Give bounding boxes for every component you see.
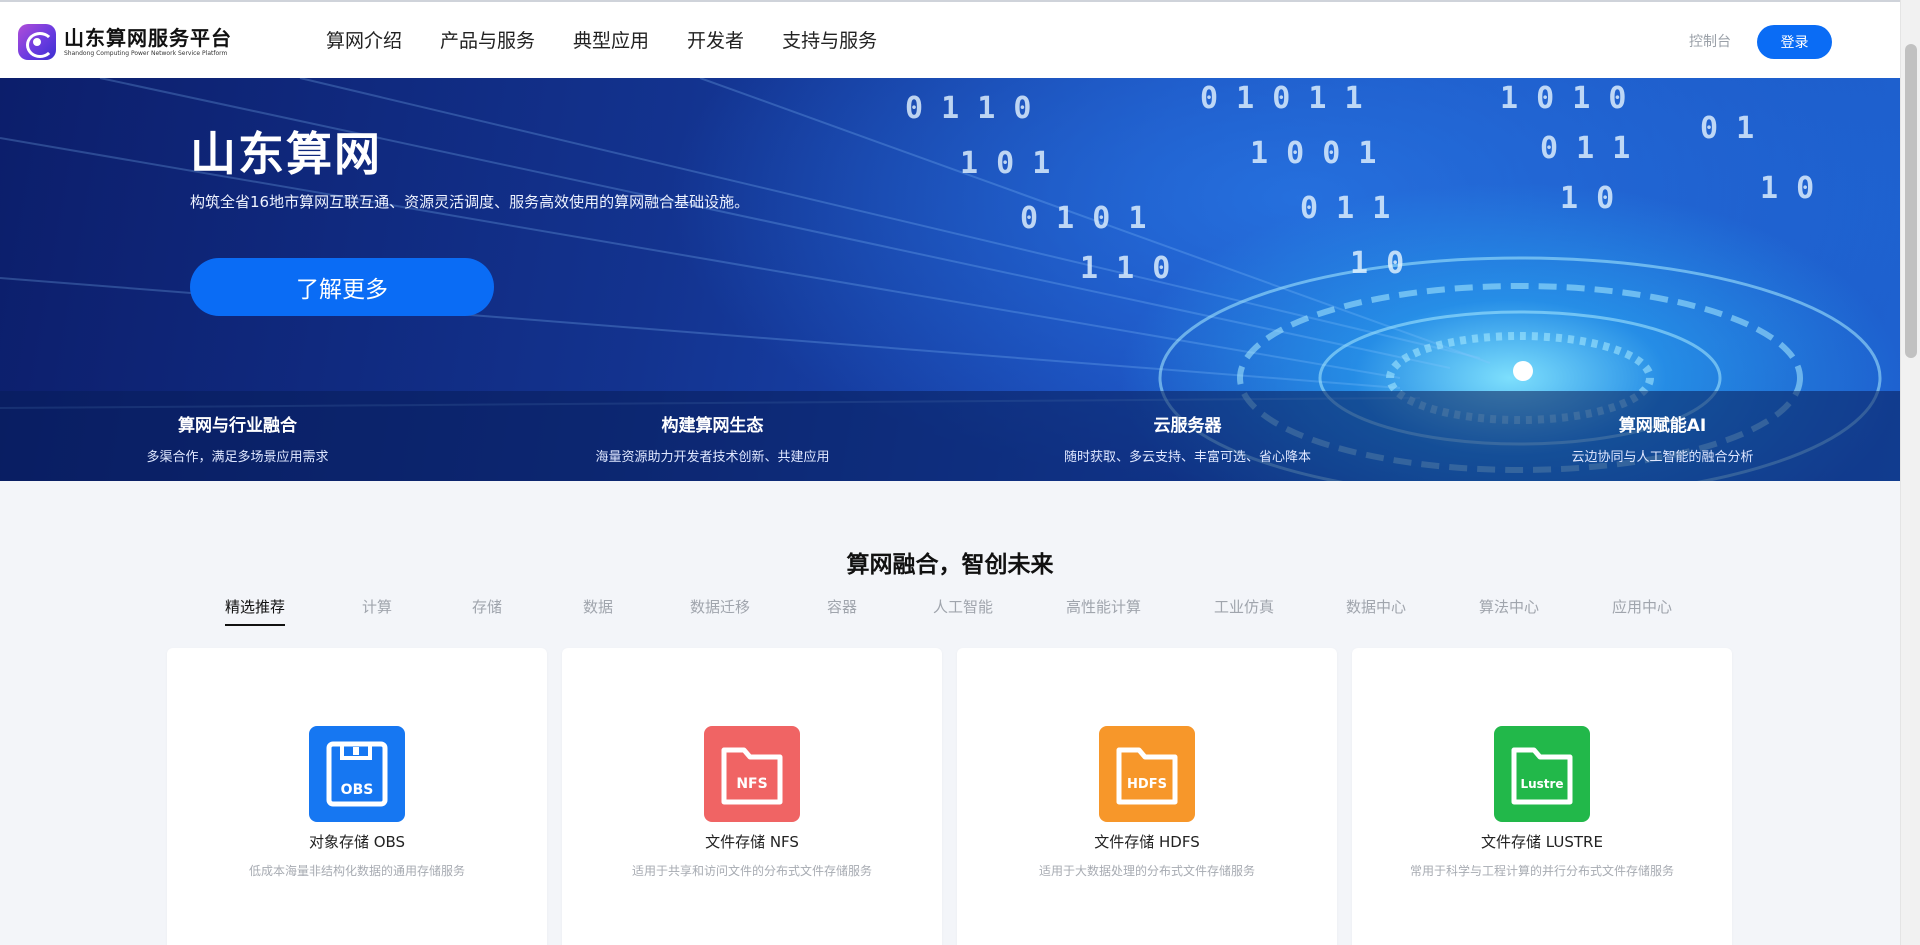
card-description: 适用于大数据处理的分布式文件存储服务 [1038, 864, 1255, 878]
icon-label: HDFS [1127, 777, 1167, 792]
tab-featured[interactable]: 精选推荐 [225, 596, 286, 626]
card-description: 低成本海量非结构化数据的通用存储服务 [248, 864, 465, 878]
category-tabs: 精选推荐 计算 存储 数据 数据迁移 容器 人工智能 高性能计算 工业仿真 数据… [0, 596, 1900, 626]
feature-item[interactable]: 算网赋能AI 云边协同与人工智能的融合分析 [1425, 391, 1900, 481]
logo-subtitle: Shandong Computing Power Network Service… [64, 49, 228, 57]
feature-description: 海量资源助力开发者技术创新、共建应用 [595, 450, 830, 465]
learn-more-button[interactable]: 了解更多 [190, 258, 494, 316]
svg-text:0 1 1: 0 1 1 [1300, 191, 1390, 226]
floppy-disk-icon: OBS [309, 726, 405, 822]
card-description: 适用于共享和访问文件的分布式文件存储服务 [631, 864, 872, 878]
icon-label: Lustre [1520, 777, 1563, 791]
folder-icon: NFS [704, 726, 800, 822]
svg-text:0 1 1 0: 0 1 1 0 [905, 91, 1031, 126]
feature-strip: 算网与行业融合 多渠合作，满足多场景应用需求 构建算网生态 海量资源助力开发者技… [0, 391, 1900, 481]
tab-industrial-simulation[interactable]: 工业仿真 [1214, 596, 1274, 626]
svg-text:0 1 0 1 1: 0 1 0 1 1 [1200, 81, 1363, 116]
icon-label: NFS [736, 776, 767, 792]
hero-banner: 0 1 1 0 1 0 1 0 1 0 1 1 1 0 0 1 0 1 1 1 0 0… [0, 78, 1900, 481]
tab-storage[interactable]: 存储 [472, 596, 502, 626]
product-card-obs[interactable]: OBS 对象存储 OBS 低成本海量非结构化数据的通用存储服务 [167, 648, 547, 945]
card-title: 文件存储 NFS [705, 833, 799, 851]
tab-compute[interactable]: 计算 [362, 596, 392, 626]
card-description: 常用于科学与工程计算的并行分布式文件存储服务 [1409, 864, 1674, 878]
folder-icon: Lustre [1494, 726, 1590, 822]
feature-title: 云服务器 [1153, 416, 1222, 436]
feature-title: 构建算网生态 [661, 416, 764, 436]
card-title: 对象存储 OBS [308, 833, 406, 851]
feature-item[interactable]: 算网与行业融合 多渠合作，满足多场景应用需求 [0, 391, 475, 481]
logo-icon [18, 24, 56, 60]
feature-item[interactable]: 云服务器 随时获取、多云支持、丰富可选、省心降本 [950, 391, 1425, 481]
svg-text:1 0 1 0: 1 0 1 0 [1500, 81, 1626, 116]
icon-label: OBS [341, 782, 374, 798]
nav-item-applications[interactable]: 典型应用 [573, 26, 649, 56]
feature-title: 算网赋能AI [1618, 416, 1707, 436]
hero-title: 山东算网 [190, 127, 382, 181]
vertical-scrollbar[interactable] [1900, 0, 1920, 945]
svg-text:0 1 0 1: 0 1 0 1 [1020, 201, 1146, 236]
tab-container[interactable]: 容器 [827, 596, 857, 626]
product-card-nfs[interactable]: NFS 文件存储 NFS 适用于共享和访问文件的分布式文件存储服务 [562, 648, 942, 945]
card-title: 文件存储 LUSTRE [1481, 833, 1603, 851]
product-card-lustre[interactable]: Lustre 文件存储 LUSTRE 常用于科学与工程计算的并行分布式文件存储服… [1352, 648, 1732, 945]
tab-algorithm-center[interactable]: 算法中心 [1479, 596, 1539, 626]
tab-data-center[interactable]: 数据中心 [1346, 596, 1406, 626]
svg-text:0 1 1: 0 1 1 [1540, 131, 1630, 166]
tab-hpc[interactable]: 高性能计算 [1066, 596, 1141, 626]
logo-text: 山东算网服务平台 Shandong Computing Power Networ… [64, 27, 232, 58]
svg-text:1 0 0 1: 1 0 0 1 [1250, 136, 1376, 171]
nav-item-support[interactable]: 支持与服务 [782, 26, 877, 56]
feature-description: 多渠合作，满足多场景应用需求 [146, 450, 329, 465]
tab-data[interactable]: 数据 [583, 596, 613, 626]
tab-ai[interactable]: 人工智能 [933, 596, 993, 626]
svg-text:1 0: 1 0 [1350, 246, 1404, 281]
card-title: 文件存储 HDFS [1094, 833, 1200, 851]
logo-title: 山东算网服务平台 [64, 25, 232, 50]
feature-description: 随时获取、多云支持、丰富可选、省心降本 [1063, 450, 1311, 465]
site-logo[interactable]: 山东算网服务平台 Shandong Computing Power Networ… [18, 24, 232, 60]
feature-title: 算网与行业融合 [178, 416, 297, 436]
tab-data-migration[interactable]: 数据迁移 [690, 596, 750, 626]
svg-text:1 0: 1 0 [1560, 181, 1614, 216]
product-card-hdfs[interactable]: HDFS 文件存储 HDFS 适用于大数据处理的分布式文件存储服务 [957, 648, 1337, 945]
feature-description: 云边协同与人工智能的融合分析 [1571, 450, 1754, 465]
folder-icon: HDFS [1099, 726, 1195, 822]
tab-application-center[interactable]: 应用中心 [1612, 596, 1672, 626]
nav-item-developers[interactable]: 开发者 [687, 26, 744, 56]
login-button[interactable]: 登录 [1757, 25, 1832, 59]
hero-description: 构筑全省16地市算网互联互通、资源灵活调度、服务高效使用的算网融合基础设施。 [190, 193, 750, 211]
svg-text:1 0: 1 0 [1760, 171, 1814, 206]
main-nav: 算网介绍 产品与服务 典型应用 开发者 支持与服务 [326, 26, 915, 56]
top-navigation-bar: 山东算网服务平台 Shandong Computing Power Networ… [0, 0, 1900, 78]
svg-text:0 1: 0 1 [1700, 111, 1754, 146]
section-title: 算网融合，智创未来 [846, 552, 1054, 578]
svg-text:1 0 1: 1 0 1 [960, 146, 1050, 181]
console-link[interactable]: 控制台 [1689, 31, 1731, 51]
svg-text:1 1 0: 1 1 0 [1080, 251, 1170, 286]
scrollbar-thumb[interactable] [1905, 44, 1917, 358]
nav-item-products[interactable]: 产品与服务 [440, 26, 535, 56]
nav-item-intro[interactable]: 算网介绍 [326, 26, 402, 56]
feature-item[interactable]: 构建算网生态 海量资源助力开发者技术创新、共建应用 [475, 391, 950, 481]
